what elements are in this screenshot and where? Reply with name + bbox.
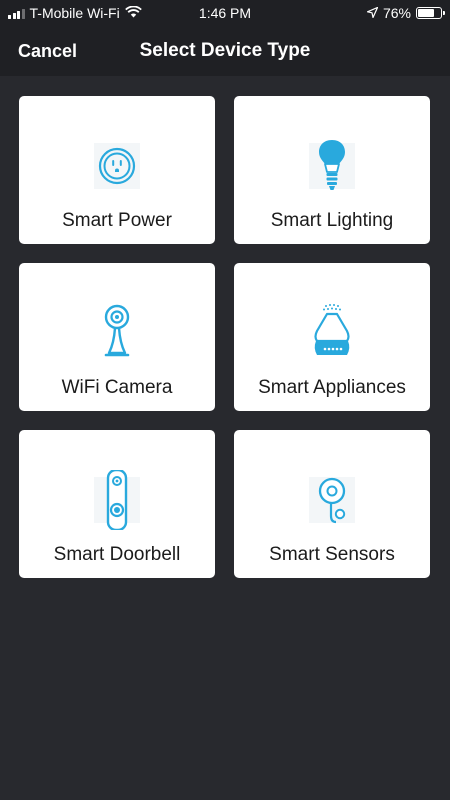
smart-plug-icon bbox=[87, 136, 147, 196]
battery-icon bbox=[416, 7, 445, 19]
navigation-bar: Cancel Select Device Type bbox=[0, 26, 450, 76]
device-type-grid: Smart Power Smart Lighting WiFi Camera S… bbox=[0, 76, 450, 578]
device-tile-smart-doorbell[interactable]: Smart Doorbell bbox=[19, 430, 215, 578]
status-bar: T-Mobile Wi-Fi 1:46 PM 76% bbox=[0, 0, 450, 26]
device-label: Smart Sensors bbox=[269, 544, 395, 565]
wifi-icon bbox=[124, 5, 142, 21]
diffuser-icon bbox=[302, 303, 362, 363]
sensor-icon bbox=[302, 470, 362, 530]
device-tile-smart-sensors[interactable]: Smart Sensors bbox=[234, 430, 430, 578]
signal-strength-icon bbox=[8, 8, 25, 19]
camera-icon bbox=[87, 303, 147, 363]
status-right: 76% bbox=[366, 5, 445, 21]
carrier-name: T-Mobile Wi-Fi bbox=[29, 5, 120, 21]
cancel-button[interactable]: Cancel bbox=[18, 41, 77, 62]
device-tile-smart-appliances[interactable]: Smart Appliances bbox=[234, 263, 430, 411]
device-label: Smart Lighting bbox=[270, 210, 394, 231]
device-tile-smart-power[interactable]: Smart Power bbox=[19, 96, 215, 244]
device-label: Smart Appliances bbox=[258, 377, 406, 398]
battery-percent: 76% bbox=[382, 5, 411, 21]
device-tile-smart-lighting[interactable]: Smart Lighting bbox=[234, 96, 430, 244]
location-arrow-icon bbox=[366, 5, 379, 21]
device-tile-wifi-camera[interactable]: WiFi Camera bbox=[19, 263, 215, 411]
doorbell-icon bbox=[87, 470, 147, 530]
device-label: WiFi Camera bbox=[61, 377, 173, 398]
light-bulb-icon bbox=[302, 136, 362, 196]
status-left: T-Mobile Wi-Fi bbox=[8, 5, 142, 21]
device-label: Smart Doorbell bbox=[53, 544, 181, 565]
device-label: Smart Power bbox=[62, 210, 172, 231]
